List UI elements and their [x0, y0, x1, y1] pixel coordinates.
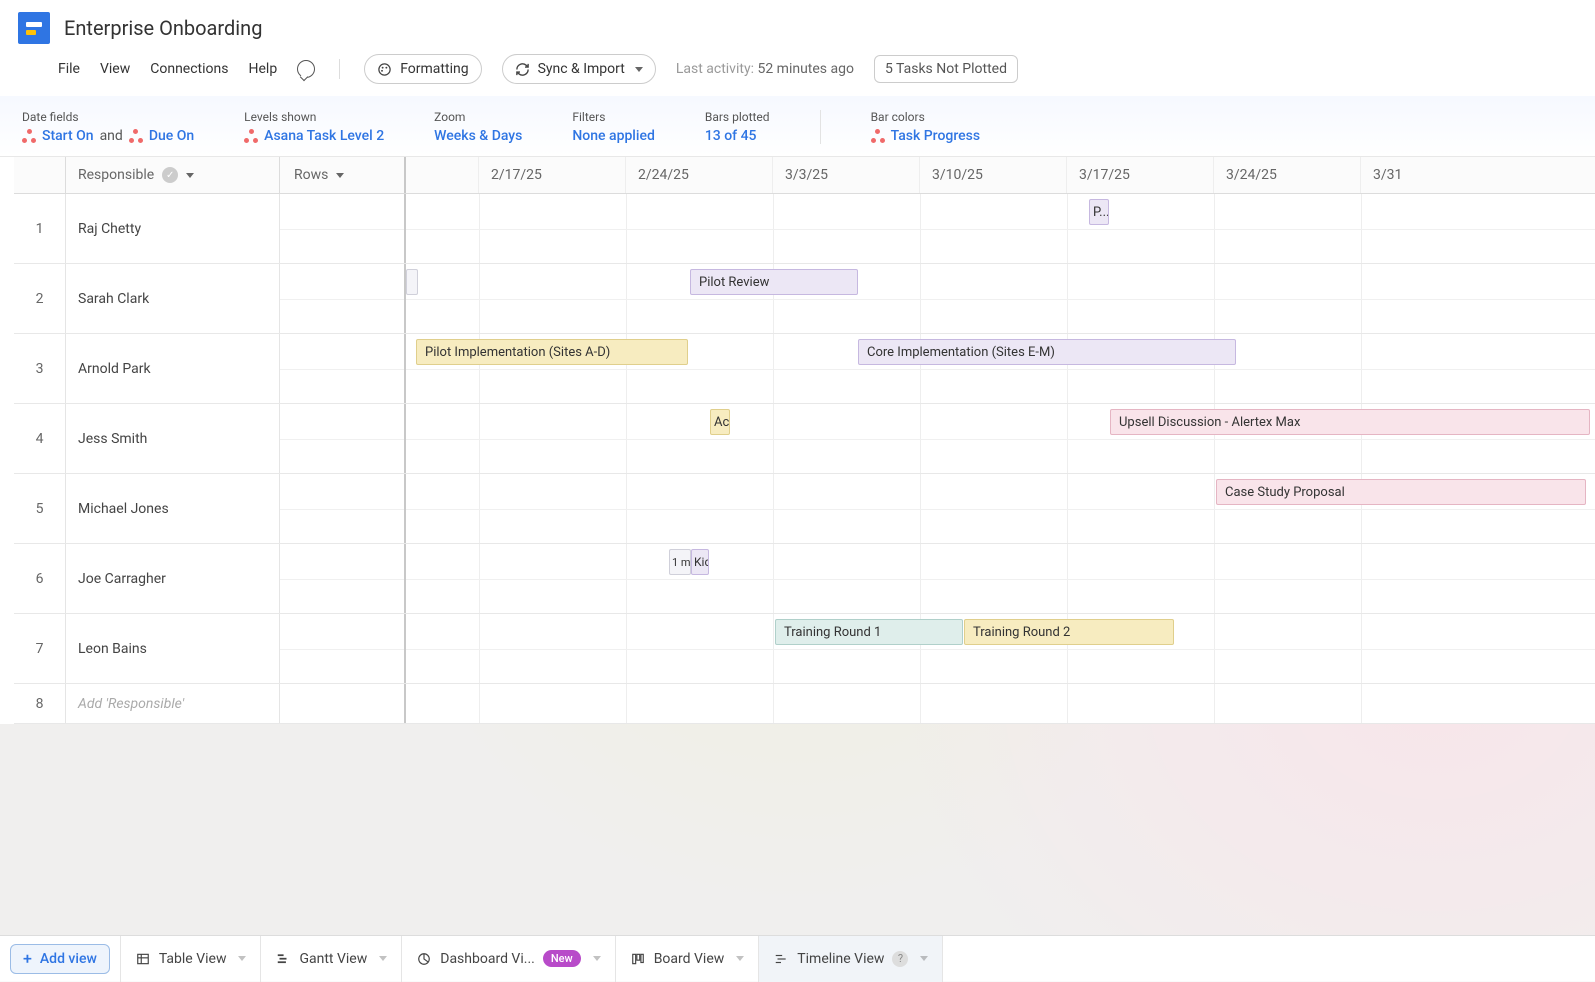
tab-timeline-view[interactable]: Timeline View ? — [759, 936, 943, 982]
date-column: 3/3/25 — [773, 157, 920, 193]
table-row: 1 Raj Chetty P... — [14, 194, 1595, 264]
last-activity: Last activity: 52 minutes ago — [676, 61, 854, 77]
asana-icon — [244, 129, 258, 143]
task-bar[interactable]: Case Study Proposal — [1216, 479, 1586, 505]
responsible-cell[interactable]: Arnold Park — [66, 334, 280, 403]
task-bar[interactable]: Pilot Implementation (Sites A-D) — [416, 339, 688, 365]
chevron-down-icon — [635, 67, 643, 72]
column-header-responsible[interactable]: Responsible ✓ — [66, 157, 280, 193]
tool-levels[interactable]: Levels shown Asana Task Level 2 — [244, 110, 384, 144]
menu-help[interactable]: Help — [249, 61, 278, 77]
add-row[interactable]: 8 Add 'Responsible' — [14, 684, 1595, 724]
chevron-down-icon[interactable] — [379, 956, 387, 961]
tool-date-fields[interactable]: Date fields Start On and Due On — [22, 110, 194, 144]
responsible-cell[interactable]: Jess Smith — [66, 404, 280, 473]
responsible-cell[interactable]: Michael Jones — [66, 474, 280, 543]
tool-bars-plotted[interactable]: Bars plotted 13 of 45 — [705, 110, 770, 144]
tab-table-view[interactable]: Table View — [120, 936, 262, 982]
check-circle-icon: ✓ — [162, 167, 178, 183]
add-view-button[interactable]: + Add view — [10, 944, 110, 974]
tab-dashboard-view[interactable]: Dashboard Vi... New — [402, 936, 615, 982]
date-column: 3/10/25 — [920, 157, 1067, 193]
responsible-cell[interactable]: Raj Chetty — [66, 194, 280, 263]
chevron-down-icon[interactable] — [593, 956, 601, 961]
table-row: 4 Jess Smith Ac Upsell Discussion - Aler… — [14, 404, 1595, 474]
chevron-down-icon[interactable] — [920, 956, 928, 961]
formatting-button[interactable]: Formatting — [364, 54, 481, 84]
date-column: 2/17/25 — [479, 157, 626, 193]
task-bar[interactable]: Upsell Discussion - Alertex Max — [1110, 409, 1590, 435]
date-column: 3/31 — [1361, 157, 1461, 193]
asana-icon — [129, 129, 143, 143]
table-row: 5 Michael Jones Case Study Proposal — [14, 474, 1595, 544]
sync-import-button[interactable]: Sync & Import — [502, 54, 656, 84]
app-logo[interactable] — [18, 12, 50, 44]
task-bar[interactable]: P... — [1089, 199, 1109, 225]
date-column: 3/17/25 — [1067, 157, 1214, 193]
chevron-down-icon[interactable] — [736, 956, 744, 961]
comment-icon[interactable] — [297, 60, 315, 78]
palette-icon — [377, 62, 392, 77]
table-row: 3 Arnold Park Pilot Implementation (Site… — [14, 334, 1595, 404]
task-bar[interactable]: Pilot Review — [690, 269, 858, 295]
table-icon — [135, 952, 151, 966]
column-header-rows[interactable]: Rows — [280, 157, 406, 193]
refresh-icon — [515, 62, 530, 77]
help-icon[interactable]: ? — [892, 951, 908, 967]
menu-view[interactable]: View — [100, 61, 130, 77]
task-bar[interactable]: 1 m — [669, 549, 691, 575]
date-column-blank — [406, 157, 479, 193]
table-row: 6 Joe Carragher 1 m Kic — [14, 544, 1595, 614]
table-row: 7 Leon Bains Training Round 1 Training R… — [14, 614, 1595, 684]
menu-file[interactable]: File — [58, 61, 80, 77]
task-bar[interactable]: Training Round 2 — [964, 619, 1174, 645]
task-bar[interactable]: Training Round 1 — [775, 619, 963, 645]
formatting-label: Formatting — [400, 61, 468, 77]
responsible-cell[interactable]: Sarah Clark — [66, 264, 280, 333]
tool-bar-colors[interactable]: Bar colors Task Progress — [871, 110, 980, 144]
tab-gantt-view[interactable]: Gantt View — [261, 936, 402, 982]
task-bar[interactable]: Core Implementation (Sites E-M) — [858, 339, 1236, 365]
tool-zoom[interactable]: Zoom Weeks & Days — [434, 110, 522, 144]
chevron-down-icon — [336, 173, 344, 178]
task-bar[interactable]: Kic — [691, 549, 709, 575]
chevron-down-icon[interactable] — [238, 956, 246, 961]
add-responsible-placeholder[interactable]: Add 'Responsible' — [66, 684, 280, 723]
timeline-icon — [773, 952, 789, 966]
asana-icon — [871, 129, 885, 143]
asana-icon — [22, 129, 36, 143]
task-bar[interactable]: Ac — [710, 409, 730, 435]
date-column: 3/24/25 — [1214, 157, 1361, 193]
gantt-icon — [275, 952, 291, 966]
date-column: 2/24/25 — [626, 157, 773, 193]
task-bar[interactable] — [406, 269, 418, 295]
sync-import-label: Sync & Import — [538, 61, 625, 77]
not-plotted-badge[interactable]: 5 Tasks Not Plotted — [874, 55, 1018, 83]
tool-filters[interactable]: Filters None applied — [572, 110, 654, 144]
page-title: Enterprise Onboarding — [64, 16, 262, 40]
board-icon — [630, 952, 646, 966]
plus-icon: + — [23, 951, 32, 967]
tab-board-view[interactable]: Board View — [616, 936, 760, 982]
menu-connections[interactable]: Connections — [150, 61, 228, 77]
chevron-down-icon — [186, 173, 194, 178]
responsible-cell[interactable]: Leon Bains — [66, 614, 280, 683]
responsible-cell[interactable]: Joe Carragher — [66, 544, 280, 613]
pie-icon — [416, 952, 432, 966]
new-badge: New — [543, 950, 581, 967]
table-row: 2 Sarah Clark Pilot Review — [14, 264, 1595, 334]
